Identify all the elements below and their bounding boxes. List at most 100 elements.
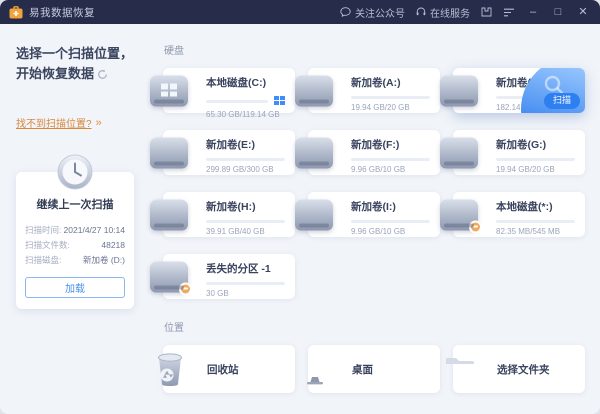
- refresh-icon[interactable]: [97, 66, 108, 86]
- disk-drive-icon: [150, 137, 188, 168]
- scan-disk-label: 扫描磁盘:: [25, 253, 61, 268]
- headset-icon: [416, 7, 426, 17]
- drive-size: 39.91 GB/40 GB: [206, 227, 285, 236]
- usage-bar-row: [351, 158, 430, 161]
- disk-drive-icon: [150, 261, 188, 292]
- disk-drive-icon: [150, 199, 188, 230]
- drive-size: 30 GB: [206, 289, 285, 298]
- page-title-text: 选择一个扫描位置，开始恢复数据: [16, 46, 133, 81]
- drive-size: 299.89 GB/300 GB: [206, 165, 285, 174]
- drive-size: 19.94 GB/20 GB: [496, 165, 575, 174]
- disk-section-label: 硬盘: [164, 42, 585, 57]
- scan-file-count-row: 扫描文件数: 48218: [25, 238, 125, 253]
- scan-disk-row: 扫描磁盘: 新加卷 (D:): [25, 253, 125, 268]
- usage-track: [496, 220, 575, 223]
- resume-last-scan-card: 继续上一次扫描 扫描时间: 2021/4/27 10:14 扫描文件数: 482…: [16, 172, 134, 309]
- windows-system-icon: [161, 83, 177, 96]
- location-icon: [150, 350, 190, 388]
- disk-drive-icon: [150, 75, 188, 106]
- scan-file-count-value: 48218: [101, 238, 125, 253]
- drive-name: 新加卷(G:): [496, 137, 575, 152]
- minimize-button[interactable]: –: [526, 7, 540, 18]
- drive-card[interactable]: 新加卷(A:) 19.94 GB/20 GB: [308, 68, 440, 113]
- service-label: 在线服务: [430, 5, 470, 20]
- scan-time-row: 扫描时间: 2021/4/27 10:14: [25, 223, 125, 238]
- location-icon: [440, 350, 480, 388]
- scan-time-label: 扫描时间:: [25, 223, 61, 238]
- drive-card[interactable]: 新加卷(H:) 39.91 GB/40 GB: [163, 192, 295, 237]
- location-card[interactable]: 回收站: [163, 345, 295, 393]
- usage-bar-row: [206, 96, 285, 106]
- disk-drive-icon: [295, 137, 333, 168]
- chat-bubble-icon: [340, 7, 351, 17]
- usage-track: [206, 282, 285, 285]
- location-section-label: 位置: [164, 319, 585, 334]
- usage-track: [496, 158, 575, 161]
- scan-file-count-label: 扫描文件数:: [25, 238, 70, 253]
- load-button[interactable]: 加载: [25, 277, 125, 298]
- folder-icon: [440, 350, 480, 388]
- usage-bar-row: [351, 96, 430, 99]
- drive-grid: 本地磁盘(C:) 65.30 GB/119.14 GB: [163, 68, 585, 299]
- menu-icon: [503, 8, 515, 17]
- scan-button[interactable]: 扫描: [544, 93, 580, 109]
- location-card[interactable]: 选择文件夹: [453, 345, 585, 393]
- location-grid: 回收站: [163, 345, 585, 393]
- sidebar: 选择一个扫描位置，开始恢复数据 找不到扫描位置? »: [0, 24, 148, 414]
- window-body: 选择一个扫描位置，开始恢复数据 找不到扫描位置? »: [0, 24, 600, 414]
- cannot-find-location-text[interactable]: 找不到扫描位置?: [16, 115, 92, 130]
- location-name: 选择文件夹: [497, 362, 550, 377]
- titlebar-actions: 关注公众号 在线服务 – □ ✕: [340, 5, 590, 20]
- desktop-icon: [295, 350, 335, 388]
- follow-official-account-button[interactable]: 关注公众号: [340, 5, 405, 20]
- usage-bar-row: [206, 282, 285, 285]
- drive-card[interactable]: 新加卷(E:) 299.89 GB/300 GB: [163, 130, 295, 175]
- drive-size: 65.30 GB/119.14 GB: [206, 110, 285, 119]
- drive-card[interactable]: 丢失的分区 -1 30 GB: [163, 254, 295, 299]
- drive-size: 82.35 MB/545 MB: [496, 227, 575, 236]
- maximize-button[interactable]: □: [551, 7, 565, 18]
- minus-badge-icon: [179, 282, 192, 295]
- close-button[interactable]: ✕: [576, 7, 590, 18]
- drive-name: 新加卷(H:): [206, 199, 285, 214]
- app-title: 易我数据恢复: [29, 5, 95, 20]
- usage-track: [206, 220, 285, 223]
- drive-card[interactable]: 本地磁盘(C:) 65.30 GB/119.14 GB: [163, 68, 295, 113]
- resume-card-details: 扫描时间: 2021/4/27 10:14 扫描文件数: 48218 扫描磁盘:…: [25, 223, 125, 268]
- usage-bar-row: [496, 158, 575, 161]
- main-panel: 硬盘 本地磁盘(C:) 65.30 GB/119.14 GB: [148, 24, 600, 414]
- usage-track: [206, 100, 268, 103]
- drive-card[interactable]: 新加卷(D:) 182.14 GB/200 GB 扫描: [453, 68, 585, 113]
- location-card[interactable]: 桌面: [308, 345, 440, 393]
- cannot-find-location-link[interactable]: 找不到扫描位置? »: [16, 115, 134, 130]
- drive-name: 本地磁盘(*:): [496, 199, 575, 214]
- scan-time-value: 2021/4/27 10:14: [64, 223, 125, 238]
- drive-name: 新加卷(A:): [351, 75, 430, 90]
- usage-bar-row: [206, 158, 285, 161]
- usage-track: [206, 158, 285, 161]
- online-service-button[interactable]: 在线服务: [416, 5, 470, 20]
- usage-bar-row: [496, 220, 575, 223]
- drive-card[interactable]: 新加卷(G:) 19.94 GB/20 GB: [453, 130, 585, 175]
- feedback-icon: [481, 7, 492, 17]
- feedback-button[interactable]: [481, 7, 492, 17]
- page-title: 选择一个扫描位置，开始恢复数据: [16, 44, 134, 85]
- usage-track: [351, 158, 430, 161]
- disk-drive-icon: [295, 75, 333, 106]
- app-window: 易我数据恢复 关注公众号 在线服务 – □ ✕ 选择一个扫描位: [0, 0, 600, 414]
- resume-card-title: 继续上一次扫描: [25, 196, 125, 212]
- drive-size: 9.96 GB/10 GB: [351, 227, 430, 236]
- drive-name: 新加卷(F:): [351, 137, 430, 152]
- scan-disk-value: 新加卷 (D:): [83, 253, 125, 268]
- usage-bar-row: [206, 220, 285, 223]
- drive-card[interactable]: 本地磁盘(*:) 82.35 MB/545 MB: [453, 192, 585, 237]
- drive-name: 新加卷(E:): [206, 137, 285, 152]
- drive-card[interactable]: 新加卷(F:) 9.96 GB/10 GB: [308, 130, 440, 175]
- menu-button[interactable]: [503, 8, 515, 17]
- recycle-bin-icon: [150, 350, 190, 388]
- disk-drive-icon: [295, 199, 333, 230]
- app-logo-icon: [9, 6, 23, 19]
- drive-card[interactable]: 新加卷(I:) 9.96 GB/10 GB: [308, 192, 440, 237]
- usage-track: [351, 96, 430, 99]
- usage-bar-row: [351, 220, 430, 223]
